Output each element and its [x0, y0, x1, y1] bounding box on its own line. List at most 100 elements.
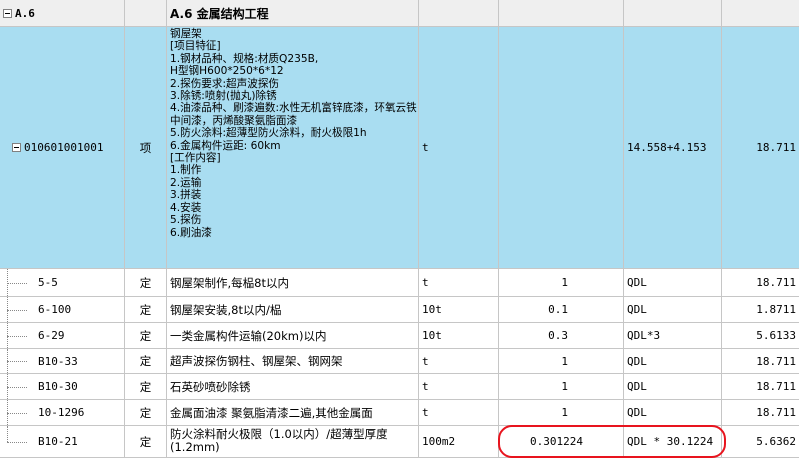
quota-code-cell: 10-1296: [0, 400, 125, 426]
quota-expr: QDL: [627, 303, 647, 316]
item-type: 项: [139, 140, 152, 155]
quota-row[interactable]: 10-1296 定 金属面油漆 聚氨脂清漆二遍,其他金属面 t 1 QDL 18…: [0, 400, 799, 426]
quota-type: 定: [139, 302, 152, 317]
desc-line: 5.探伤: [170, 214, 202, 227]
quota-expr: QDL: [627, 406, 647, 419]
bill-item-row[interactable]: 010601001001 项 钢屋架 [项目特征] 1.钢材品种、规格:材质Q2…: [0, 27, 799, 269]
quota-name: 钢屋架安装,8t以内/榀: [170, 302, 282, 317]
quota-name-cell[interactable]: 金属面油漆 聚氨脂清漆二遍,其他金属面: [167, 400, 419, 426]
collapse-toggle-icon[interactable]: [3, 8, 12, 18]
quota-code: B10-21: [38, 435, 78, 448]
quota-row[interactable]: 6-100 定 钢屋架安装,8t以内/榀 10t 0.1 QDL 1.8711: [0, 297, 799, 323]
quota-coef: 1: [561, 406, 568, 419]
quota-type: 定: [139, 379, 152, 394]
section-code-cell: A.6: [0, 0, 125, 27]
quota-name-cell[interactable]: 石英砂喷砂除锈: [167, 374, 419, 400]
quota-code-cell: B10-30: [0, 374, 125, 400]
collapse-toggle-icon[interactable]: [12, 143, 21, 152]
quota-expr: QDL*3: [627, 329, 661, 342]
quota-qty: 18.711: [756, 406, 796, 419]
item-unit: t: [422, 141, 429, 154]
quota-type: 定: [139, 405, 152, 420]
quota-coef: 0.3: [548, 329, 568, 342]
quota-name-cell[interactable]: 钢屋架制作,每榀8t以内: [167, 269, 419, 297]
quota-code: 6-29: [38, 329, 65, 342]
desc-line: 2.探伤要求:超声波探伤: [170, 77, 280, 90]
item-quantity: 18.711: [756, 141, 796, 154]
quota-code: 10-1296: [38, 406, 85, 419]
desc-line: 2.运输: [170, 176, 202, 189]
desc-line: 3.拼装: [170, 189, 202, 202]
quota-expr: QDL: [627, 276, 647, 289]
quota-name-cell[interactable]: 防火涂料耐火极限（1.0以内）/超薄型厚度(1.2mm): [167, 426, 419, 458]
quota-name-cell[interactable]: 超声波探伤钢柱、钢屋架、钢网架: [167, 349, 419, 374]
desc-line: 1.钢材品种、规格:材质Q235B,: [170, 52, 319, 65]
quota-name: 超声波探伤钢柱、钢屋架、钢网架: [170, 354, 343, 368]
quota-unit: t: [422, 276, 429, 289]
desc-line: 6.金属构件运距: 60km: [170, 139, 281, 152]
quota-name-cell[interactable]: 一类金属构件运输(20km)以内: [167, 323, 419, 349]
quota-row[interactable]: 6-29 定 一类金属构件运输(20km)以内 10t 0.3 QDL*3 5.…: [0, 323, 799, 349]
quota-unit: 100m2: [422, 435, 456, 448]
section-title: A.6 金属结构工程: [170, 6, 269, 21]
quota-unit: t: [422, 380, 429, 393]
desc-line: 6.刷油漆: [170, 226, 212, 239]
item-unit-cell[interactable]: t: [419, 27, 499, 269]
desc-line: 4.油漆品种、刷漆遍数:水性无机富锌底漆，环氧云铁中间漆，丙烯酸聚氨脂面漆: [170, 102, 417, 127]
quota-code-cell: B10-21: [0, 426, 125, 458]
quota-name-cell[interactable]: 钢屋架安装,8t以内/榀: [167, 297, 419, 323]
section-code: A.6: [15, 6, 35, 20]
quota-coef: 1: [561, 276, 568, 289]
desc-line: 3.除锈:喷射(抛丸)除锈: [170, 90, 277, 103]
quota-unit: 10t: [422, 303, 442, 316]
desc-line: [项目特征]: [170, 40, 221, 53]
quota-code: B10-30: [38, 380, 78, 393]
desc-line: [工作内容]: [170, 152, 221, 165]
item-description-cell[interactable]: 钢屋架 [项目特征] 1.钢材品种、规格:材质Q235B, H型钢H600*25…: [167, 27, 419, 269]
quota-code-cell: 6-29: [0, 323, 125, 349]
item-quantity-cell[interactable]: 18.711: [722, 27, 799, 269]
quota-name: 石英砂喷砂除锈: [170, 379, 251, 394]
desc-line: 5.防火涂料:超薄型防火涂料，耐火极限1h: [170, 127, 367, 140]
item-formula: 14.558+4.153: [627, 141, 707, 154]
quota-code: B10-33: [38, 354, 78, 368]
quota-row[interactable]: B10-33 定 超声波探伤钢柱、钢屋架、钢网架 t 1 QDL 18.711: [0, 349, 799, 374]
quota-unit: 10t: [422, 329, 442, 342]
item-code-cell: 010601001001: [0, 27, 125, 269]
desc-line: 钢屋架: [170, 28, 202, 40]
quota-unit: t: [422, 406, 429, 419]
quota-row[interactable]: B10-30 定 石英砂喷砂除锈 t 1 QDL 18.711: [0, 374, 799, 400]
desc-line: 1.制作: [170, 164, 202, 177]
quota-name: 防火涂料耐火极限（1.0以内）/超薄型厚度(1.2mm): [170, 427, 388, 454]
quota-qty: 5.6362: [756, 435, 796, 448]
quota-qty: 18.711: [756, 276, 796, 289]
quota-name: 一类金属构件运输(20km)以内: [170, 328, 327, 343]
quota-code-cell: 6-100: [0, 297, 125, 323]
quota-qty: 1.8711: [756, 303, 796, 316]
quantity-grid: A.6 A.6 金属结构工程 010601001001 项 钢屋架 [项目特征]…: [0, 0, 799, 458]
quota-row[interactable]: 5-5 定 钢屋架制作,每榀8t以内 t 1 QDL 18.711: [0, 269, 799, 297]
quota-row[interactable]: B10-21 定 防火涂料耐火极限（1.0以内）/超薄型厚度(1.2mm) 10…: [0, 426, 799, 458]
section-title-cell: A.6 金属结构工程: [167, 0, 419, 27]
quota-qty: 5.6133: [756, 329, 796, 342]
quota-code: 5-5: [38, 276, 58, 289]
quota-code-cell: 5-5: [0, 269, 125, 297]
quota-type: 定: [139, 354, 152, 368]
quota-name: 金属面油漆 聚氨脂清漆二遍,其他金属面: [170, 405, 373, 420]
quota-name: 钢屋架制作,每榀8t以内: [170, 275, 289, 290]
desc-line: H型钢H600*250*6*12: [170, 65, 284, 78]
quota-coef: 1: [561, 354, 568, 368]
quota-qty: 18.711: [756, 380, 796, 393]
quota-coef: 1: [561, 380, 568, 393]
quota-code-cell: B10-33: [0, 349, 125, 374]
quota-expr: QDL * 30.1224: [627, 435, 714, 448]
item-formula-cell[interactable]: 14.558+4.153: [624, 27, 722, 269]
item-coef-cell[interactable]: [499, 27, 624, 269]
quota-type: 定: [139, 328, 152, 343]
item-code: 010601001001: [24, 141, 104, 154]
quota-expr: QDL: [627, 380, 647, 393]
item-type-cell: 项: [125, 27, 167, 269]
quota-expr: QDL: [627, 354, 647, 368]
section-header-row[interactable]: A.6 A.6 金属结构工程: [0, 0, 799, 27]
desc-line: 4.安装: [170, 201, 202, 214]
